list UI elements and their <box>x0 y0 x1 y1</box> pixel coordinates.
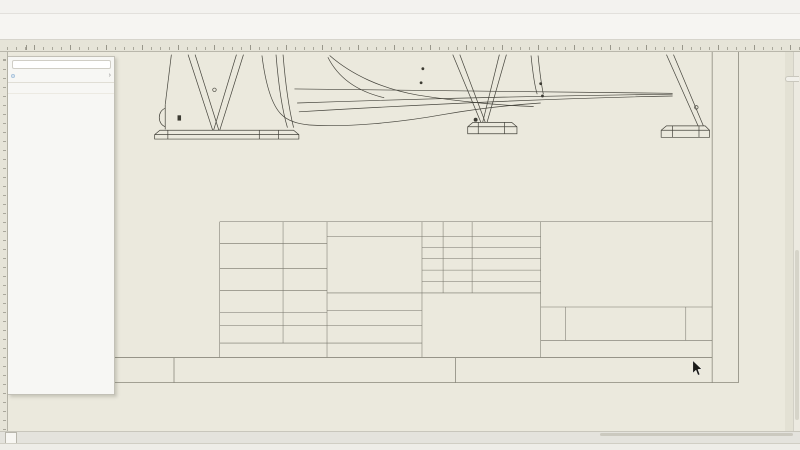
tree-filter-input[interactable] <box>12 60 111 69</box>
sheet-border <box>48 52 738 383</box>
tab-feature-tree[interactable] <box>11 74 15 78</box>
vertical-scrollbar-thumb[interactable] <box>795 250 799 420</box>
mouse-cursor-icon <box>693 361 702 376</box>
solidworks-window: › <box>0 0 800 450</box>
panel-expand-icon[interactable]: › <box>109 72 111 80</box>
approvals-table <box>425 245 560 399</box>
drawing-sheet <box>0 52 800 431</box>
titlebar <box>0 0 800 14</box>
ribbon-tab-bar <box>0 40 800 52</box>
panel-tabs: › <box>8 69 114 83</box>
add-sheet-button[interactable] <box>17 432 25 443</box>
graphics-area: › <box>0 52 800 431</box>
change-authority <box>429 364 430 369</box>
drawing-view-fasteners <box>178 67 544 121</box>
vertical-scrollbar[interactable] <box>793 52 800 431</box>
vertical-ruler <box>0 52 8 431</box>
drawing-view-geometry[interactable] <box>155 55 710 139</box>
document-title <box>460 0 463 14</box>
feature-manager-panel: › <box>8 56 115 395</box>
sheet-tab-active[interactable] <box>5 432 17 443</box>
filter-row <box>8 83 114 94</box>
status-bar <box>0 443 800 450</box>
task-pane <box>785 76 799 82</box>
command-manager <box>0 14 800 40</box>
horizontal-ruler <box>0 40 800 51</box>
horizontal-scrollbar-thumb[interactable] <box>600 433 793 436</box>
tab-sheet-properties[interactable] <box>18 75 20 77</box>
sheet-tab-bar <box>0 431 800 443</box>
